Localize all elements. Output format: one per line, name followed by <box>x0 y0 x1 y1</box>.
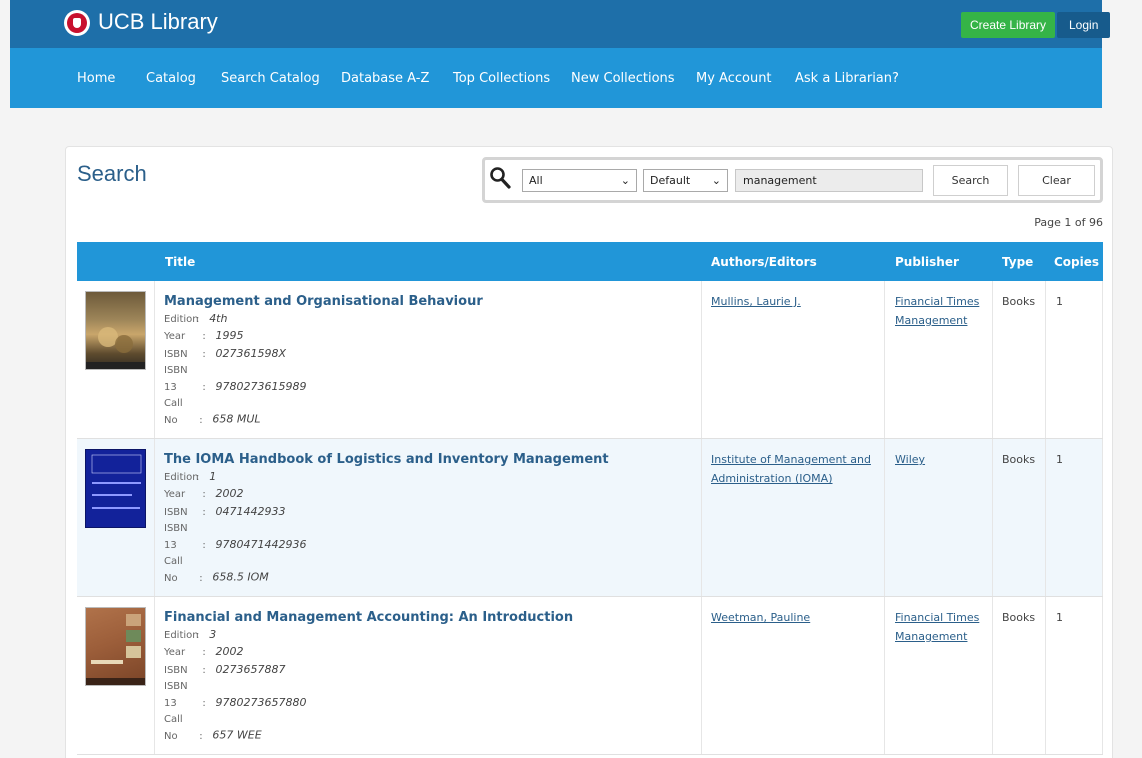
search-panel: Search All ⌄ Default ⌄ management Search C… <box>65 146 1113 758</box>
publisher-link[interactable]: Wiley <box>895 450 925 469</box>
search-button[interactable]: Search <box>933 165 1008 196</box>
top-bar: UCB Library Create Library Login <box>10 0 1111 48</box>
search-icon[interactable] <box>489 166 511 190</box>
book-metadata: Edition: 1 Year : 2002 ISBN : 0471442933… <box>164 470 307 584</box>
type-cell: Books <box>1002 611 1036 624</box>
nav-my-account[interactable]: My Account <box>696 71 772 86</box>
publisher-link[interactable]: Financial Times Management <box>895 292 979 330</box>
book-title-link[interactable]: The IOMA Handbook of Logistics and Inven… <box>164 452 609 467</box>
page-indicator: Page 1 of 96 <box>1034 216 1103 229</box>
column-header-publisher[interactable]: Publisher <box>895 255 959 269</box>
book-cover-image[interactable] <box>85 291 146 370</box>
table-row: Management and Organisational Behaviour … <box>77 281 1103 439</box>
column-header-authors[interactable]: Authors/Editors <box>711 255 817 269</box>
type-cell: Books <box>1002 453 1036 466</box>
book-cover-image[interactable] <box>85 449 146 528</box>
book-metadata: Edition: 4th Year : 1995 ISBN : 02736159… <box>164 312 307 426</box>
nav-catalog[interactable]: Catalog <box>146 71 196 86</box>
author-link[interactable]: Institute of Management and Administratio… <box>711 450 871 488</box>
author-link[interactable]: Weetman, Pauline <box>711 608 810 627</box>
chevron-down-icon: ⌄ <box>711 174 721 187</box>
results-table-header: Title Authors/Editors Publisher Type Cop… <box>77 242 1103 281</box>
nav-database-a-z[interactable]: Database A-Z <box>341 71 429 86</box>
main-nav: Home Catalog Search Catalog Database A-Z… <box>10 48 1102 108</box>
nav-new-collections[interactable]: New Collections <box>571 71 675 86</box>
column-header-copies[interactable]: Copies <box>1054 255 1099 269</box>
column-header-type[interactable]: Type <box>1002 255 1033 269</box>
sort-order-select[interactable]: Default ⌄ <box>643 169 728 192</box>
search-field-select[interactable]: All ⌄ <box>522 169 637 192</box>
university-crest-logo[interactable] <box>64 10 90 36</box>
create-library-button[interactable]: Create Library <box>961 12 1056 38</box>
copies-cell: 1 <box>1056 453 1063 466</box>
book-title-link[interactable]: Financial and Management Accounting: An … <box>164 610 573 625</box>
nav-search-catalog[interactable]: Search Catalog <box>221 71 320 86</box>
copies-cell: 1 <box>1056 295 1063 308</box>
publisher-link[interactable]: Financial Times Management <box>895 608 979 646</box>
nav-home[interactable]: Home <box>77 71 115 86</box>
search-input[interactable]: management <box>735 169 923 192</box>
site-brand[interactable]: UCB Library <box>98 9 218 35</box>
search-bar: All ⌄ Default ⌄ management Search Clear <box>482 157 1103 203</box>
type-cell: Books <box>1002 295 1036 308</box>
book-title-link[interactable]: Management and Organisational Behaviour <box>164 294 483 309</box>
column-header-title[interactable]: Title <box>165 255 195 269</box>
table-row: Financial and Management Accounting: An … <box>77 597 1103 755</box>
copies-cell: 1 <box>1056 611 1063 624</box>
author-link[interactable]: Mullins, Laurie J. <box>711 292 801 311</box>
nav-top-collections[interactable]: Top Collections <box>453 71 550 86</box>
clear-button[interactable]: Clear <box>1018 165 1095 196</box>
page-title: Search <box>77 161 147 186</box>
login-button[interactable]: Login <box>1057 12 1111 38</box>
table-row: The IOMA Handbook of Logistics and Inven… <box>77 439 1103 597</box>
nav-ask-a-librarian[interactable]: Ask a Librarian? <box>795 71 899 86</box>
book-cover-image[interactable] <box>85 607 146 686</box>
chevron-down-icon: ⌄ <box>620 174 630 187</box>
book-metadata: Edition: 3 Year : 2002 ISBN : 0273657887… <box>164 628 307 742</box>
